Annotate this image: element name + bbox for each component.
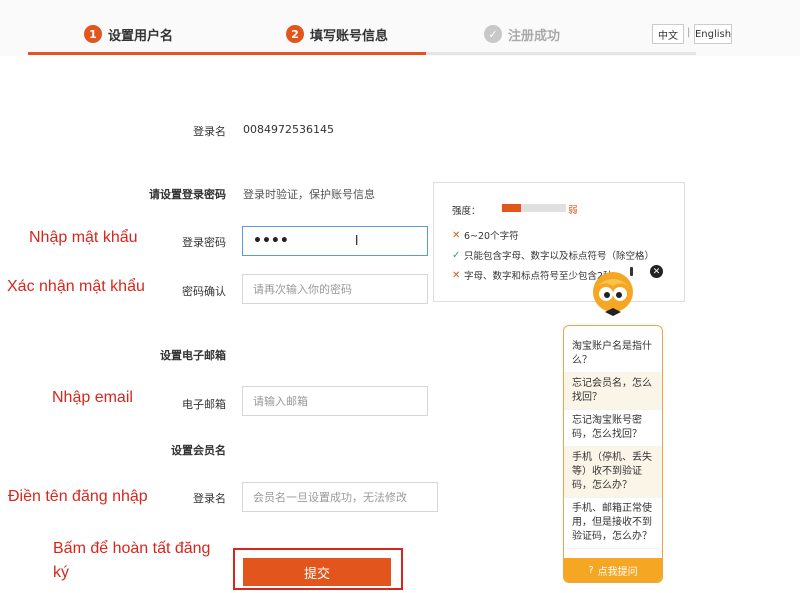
password-input[interactable]: •••• I — [242, 226, 428, 256]
strength-level: 弱 — [568, 205, 578, 216]
help-item[interactable]: 淘宝账户名是指什么？ — [564, 336, 662, 373]
step-2-number: 2 — [286, 25, 304, 43]
member-group-title: 设置会员名 — [171, 444, 226, 457]
help-item[interactable]: 手机（停机、丢失等）收不到验证码，怎么办？ — [564, 447, 662, 498]
member-placeholder: 会员名一旦设置成功，无法修改 — [253, 491, 407, 504]
password-strength-popup: 强度： 弱 ✕ 6~20个字符 ✓ 只能包含字母、数字以及标点符号（除空格） ✕ 字母、数… — [433, 182, 685, 302]
help-item[interactable]: 手机、邮箱正常使用，但是接收不到验证码，怎么办？ — [564, 498, 662, 549]
lang-zh-button[interactable]: 中文 — [652, 24, 684, 44]
step-1-label: 设置用户名 — [108, 28, 174, 44]
strength-rule: ✕ 6~20个字符 — [452, 225, 680, 245]
text-cursor-icon: I — [354, 233, 359, 249]
step-2-label: 填写账号信息 — [310, 28, 389, 44]
confirm-password-input[interactable]: 请再次输入你的密码 — [242, 274, 428, 304]
login-name-label: 登录名 — [193, 125, 226, 138]
ask-question-button[interactable]: ? 点我提问 — [564, 558, 662, 582]
step-3-label: 注册成功 — [508, 28, 561, 44]
strength-meter — [502, 204, 566, 212]
strength-meter-fill — [502, 204, 522, 212]
step-2: 2 填写账号信息 — [286, 22, 388, 46]
lang-en-button[interactable]: English — [694, 24, 732, 44]
annotation-email: Nhập email — [52, 389, 133, 406]
help-item[interactable]: 忘记会员名，怎么找回？ — [564, 373, 662, 410]
strength-rule-text: 只能包含字母、数字以及标点符号（除空格） — [464, 251, 655, 262]
login-name-value: 0084972536145 — [243, 123, 334, 136]
strength-rule-text: 6~20个字符 — [464, 231, 519, 242]
email-input[interactable]: 请输入邮箱 — [242, 386, 428, 416]
check-icon: ✓ — [452, 249, 461, 261]
password-label: 登录密码 — [182, 236, 226, 249]
cross-icon: ✕ — [452, 269, 461, 281]
submit-button[interactable]: 提交 — [243, 558, 391, 586]
confirm-label: 密码确认 — [182, 285, 226, 298]
ask-question-label: 点我提问 — [597, 566, 638, 578]
help-list: 淘宝账户名是指什么？ 忘记会员名，怎么找回？ 忘记淘宝账号密码，怎么找回？ 手机（停机… — [564, 326, 662, 549]
help-item[interactable]: 忘记淘宝账号密码，怎么找回？ — [564, 410, 662, 447]
progress-bar-remaining — [426, 52, 696, 55]
email-group-title: 设置电子邮箱 — [160, 349, 226, 362]
annotation-password: Nhập mật khẩu — [29, 229, 138, 246]
password-value: •••• — [253, 233, 289, 249]
email-label: 电子邮箱 — [182, 398, 226, 411]
check-icon: ✓ — [484, 25, 502, 43]
step-1: 1 设置用户名 — [84, 22, 173, 46]
lang-separator: | — [687, 27, 691, 38]
cross-icon: ✕ — [452, 229, 461, 241]
strength-rule: ✓ 只能包含字母、数字以及标点符号（除空格） — [452, 245, 680, 265]
annotation-username: Điền tên đăng nhập — [8, 488, 148, 505]
member-name-input[interactable]: 会员名一旦设置成功，无法修改 — [242, 482, 438, 512]
email-placeholder: 请输入邮箱 — [253, 395, 308, 408]
help-panel: 淘宝账户名是指什么？ 忘记会员名，怎么找回？ 忘记淘宝账号密码，怎么找回？ 手机（停机… — [563, 325, 663, 583]
progress-bar-done — [28, 52, 426, 55]
password-group-title: 请设置登录密码 — [149, 188, 226, 201]
password-hint: 登录时验证，保护账号信息 — [243, 188, 375, 201]
annotation-submit: Bấm để hoàn tất đăng ký — [53, 540, 211, 581]
mascot-icon — [588, 268, 638, 318]
strength-rule: ✕ 字母、数字和标点符号至少包含2种 — [452, 265, 680, 285]
close-icon[interactable]: ✕ — [650, 265, 663, 278]
question-icon: ? — [588, 564, 594, 576]
member-name-label: 登录名 — [193, 492, 226, 505]
annotation-confirm: Xác nhận mật khẩu — [7, 278, 145, 295]
strength-rules: ✕ 6~20个字符 ✓ 只能包含字母、数字以及标点符号（除空格） ✕ 字母、数字和标点符号… — [452, 225, 680, 285]
step-1-number: 1 — [84, 25, 102, 43]
confirm-placeholder: 请再次输入你的密码 — [253, 283, 352, 296]
step-3: ✓ 注册成功 — [484, 22, 560, 46]
strength-label: 强度： — [452, 206, 481, 217]
